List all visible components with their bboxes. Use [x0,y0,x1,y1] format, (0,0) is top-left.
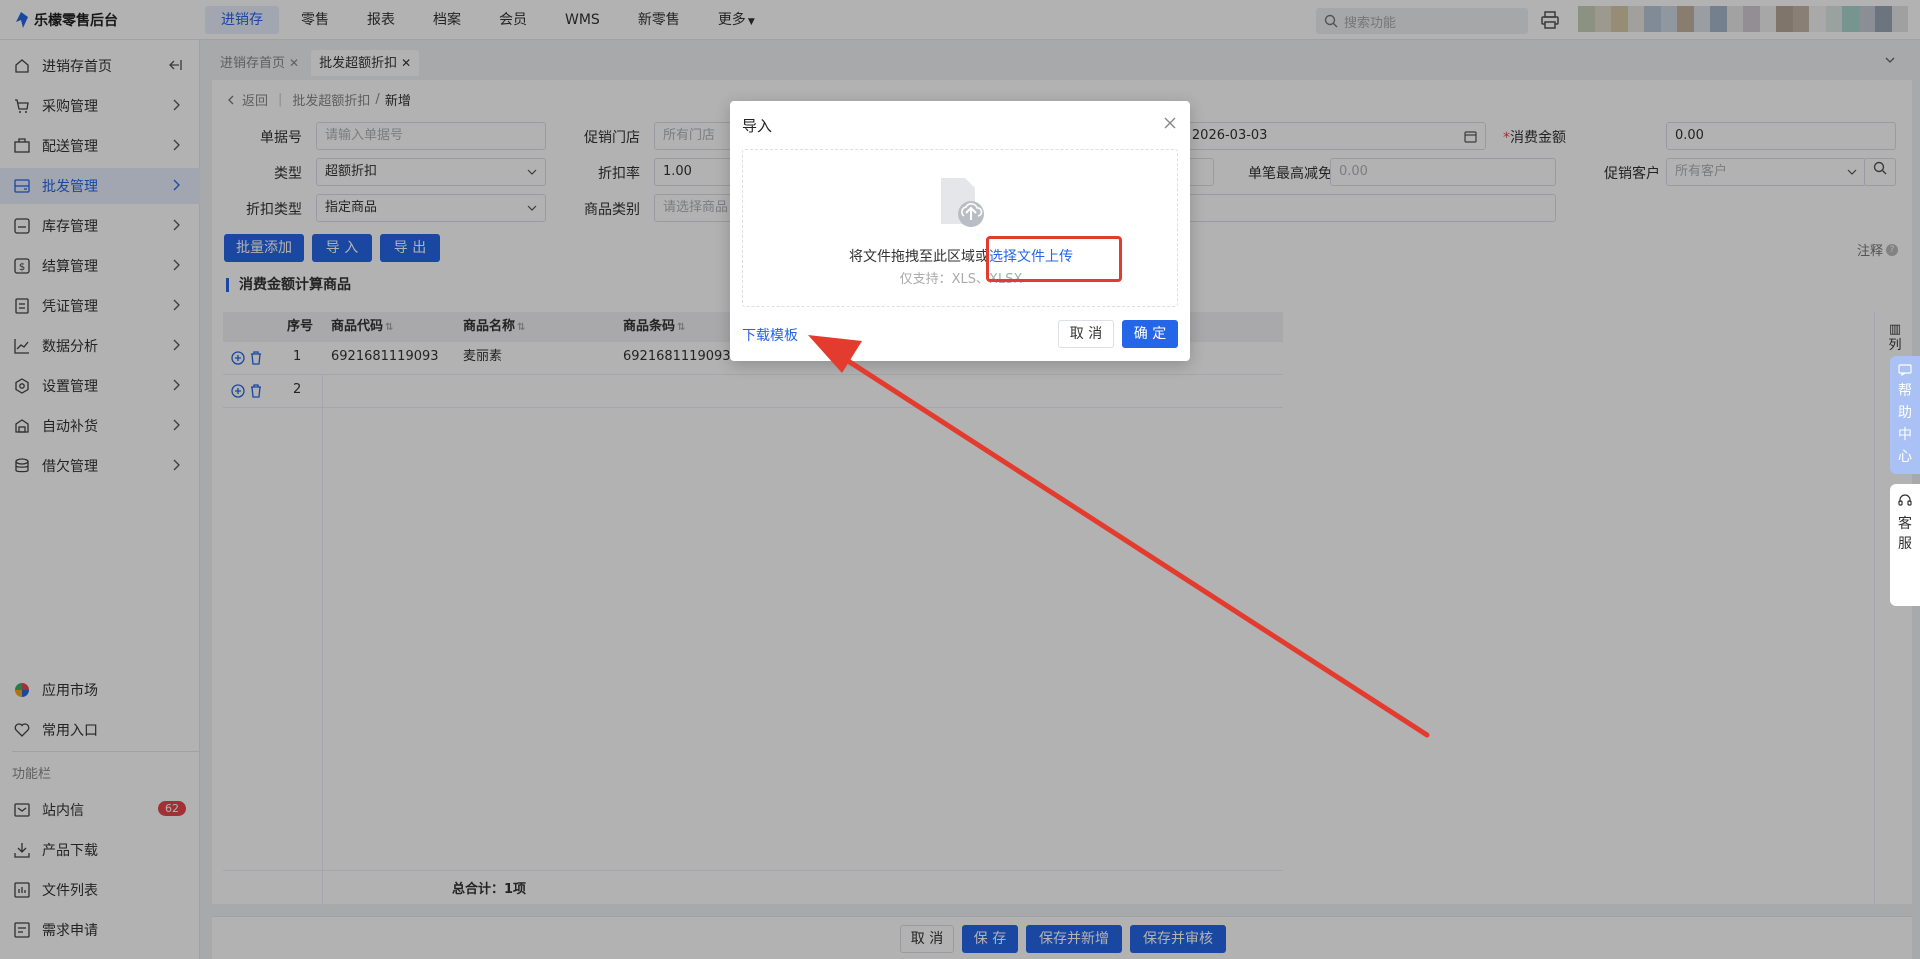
chat-icon [1898,364,1912,377]
dialog-cancel-button[interactable]: 取 消 [1058,320,1114,348]
close-icon[interactable] [1162,115,1178,131]
drop-text: 将文件拖拽至此区域或 [849,249,989,265]
service-char: 客 [1898,516,1912,532]
customer-service-button[interactable]: 客 服 [1890,484,1920,606]
help-char: 中 [1898,427,1912,443]
dialog-title: 导入 [742,117,773,135]
file-drop-zone[interactable]: 将文件拖拽至此区域或选择文件上传 仅支持：XLS、XLSX [742,149,1178,307]
help-char: 助 [1898,405,1912,421]
file-upload-icon [941,178,984,227]
headset-icon [1898,494,1912,506]
import-dialog: 导入 将文件拖拽至此区域或选择文件上传 仅支持：XLS、XLSX 下载模板 取 … [730,101,1190,361]
download-template-link[interactable]: 下载模板 [742,325,798,345]
annotation-highlight-box [986,236,1122,282]
help-center-button[interactable]: 帮 助 中 心 [1890,356,1920,474]
help-char: 心 [1898,449,1912,465]
service-char: 服 [1898,536,1912,552]
dialog-confirm-button[interactable]: 确 定 [1122,320,1178,348]
help-char: 帮 [1898,383,1912,399]
